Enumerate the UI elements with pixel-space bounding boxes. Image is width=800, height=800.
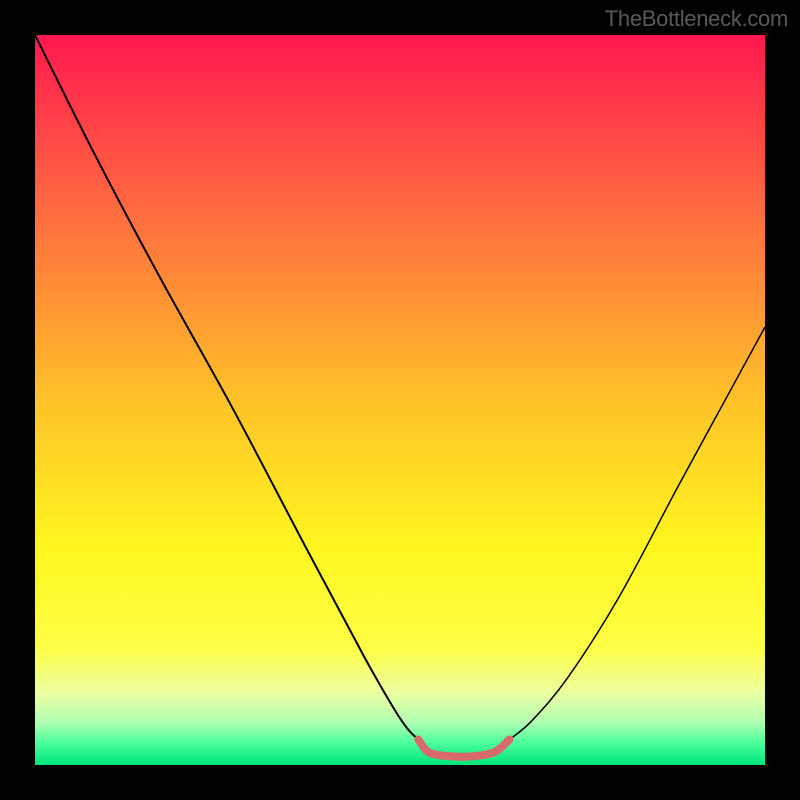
chart-background [35, 35, 765, 765]
bottleneck-chart [35, 35, 765, 765]
watermark-text: TheBottleneck.com [605, 6, 788, 32]
chart-frame [35, 35, 765, 765]
